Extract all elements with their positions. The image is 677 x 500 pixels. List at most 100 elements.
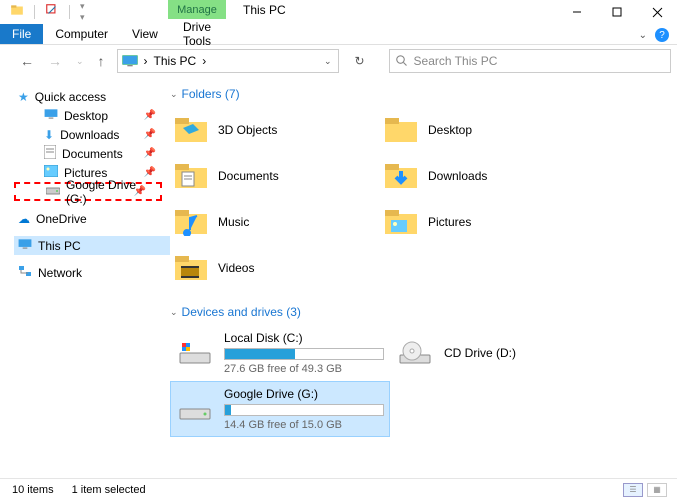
drive-usage-bar	[224, 404, 384, 416]
window-title: This PC	[243, 3, 286, 17]
close-button[interactable]	[637, 0, 677, 24]
folder-documents[interactable]: Documents	[170, 153, 380, 199]
sidebar-item-googledrive[interactable]: Google Drive (G:) 📌	[14, 182, 162, 201]
drives-section: ⌄ Devices and drives (3) Local Disk (C:)…	[170, 301, 667, 437]
drive-icon	[46, 185, 60, 199]
drive-usage-bar	[224, 348, 384, 360]
folder-icon	[174, 251, 208, 285]
folder-icon	[384, 113, 418, 147]
navigation-pane: ★ Quick access Desktop 📌 ⬇ Downloads 📌 D…	[0, 77, 170, 478]
drive-name: CD Drive (D:)	[444, 346, 586, 360]
sidebar-item-label: OneDrive	[36, 212, 87, 226]
section-title: Devices and drives (3)	[182, 305, 301, 319]
folder-music[interactable]: Music	[170, 199, 380, 245]
sidebar-item-network[interactable]: Network	[14, 263, 170, 282]
sidebar-item-downloads[interactable]: ⬇ Downloads 📌	[14, 125, 170, 144]
maximize-button[interactable]	[597, 0, 637, 24]
address-bar[interactable]: › This PC › ⌄	[117, 49, 339, 73]
qat-dropdown-icon[interactable]: ▾▾	[80, 1, 85, 23]
view-details-button[interactable]: ☰	[623, 483, 643, 497]
drive-name: Local Disk (C:)	[224, 331, 384, 345]
folder-icon	[174, 205, 208, 239]
pin-icon: 📌	[144, 167, 156, 178]
status-item-count: 10 items	[12, 484, 54, 496]
sidebar-item-label: This PC	[38, 239, 81, 253]
breadcrumb-sep: ›	[144, 54, 148, 68]
chevron-down-icon: ⌄	[170, 307, 178, 318]
up-button[interactable]: ↑	[96, 53, 107, 69]
help-icon[interactable]: ?	[655, 28, 669, 42]
title-bar: ▾▾ Manage This PC	[0, 0, 677, 23]
sidebar-item-desktop[interactable]: Desktop 📌	[14, 106, 170, 125]
pictures-icon	[44, 165, 58, 180]
drive-local-c[interactable]: Local Disk (C:) 27.6 GB free of 49.3 GB	[170, 325, 390, 381]
pin-icon: 📌	[144, 148, 156, 159]
folder-label: Music	[218, 215, 249, 229]
view-large-button[interactable]: ▦	[647, 483, 667, 497]
drive-usage-fill	[225, 349, 295, 359]
folder-icon	[174, 159, 208, 193]
downloads-icon: ⬇	[44, 128, 54, 142]
chevron-down-icon: ⌄	[170, 89, 178, 100]
minimize-button[interactable]	[557, 0, 597, 24]
content-pane: ⌄ Folders (7) 3D Objects Desktop Documen…	[170, 77, 677, 478]
back-button[interactable]: ←	[18, 53, 36, 69]
folder-label: Documents	[218, 169, 279, 183]
star-icon: ★	[18, 90, 29, 104]
sidebar-item-thispc[interactable]: This PC	[14, 236, 170, 255]
search-placeholder: Search This PC	[414, 54, 498, 68]
qat-separator	[69, 5, 70, 19]
qat-separator	[34, 5, 35, 19]
sidebar-item-label: Desktop	[64, 109, 108, 123]
address-dropdown-icon[interactable]: ⌄	[324, 56, 332, 67]
folder-label: Desktop	[428, 123, 472, 137]
breadcrumb-location[interactable]: This PC	[154, 54, 197, 68]
folder-label: Downloads	[428, 169, 487, 183]
ribbon-collapse-icon[interactable]: ⌄	[639, 30, 647, 41]
pin-icon: 📌	[134, 186, 146, 197]
sidebar-item-onedrive[interactable]: ☁ OneDrive	[14, 209, 170, 228]
drive-cd-d[interactable]: CD Drive (D:)	[390, 325, 590, 381]
drive-name: Google Drive (G:)	[224, 387, 384, 401]
drive-google-g[interactable]: Google Drive (G:) 14.4 GB free of 15.0 G…	[170, 381, 390, 437]
tab-file[interactable]: File	[0, 24, 43, 44]
navigation-bar: ← → ⌄ ↑ › This PC › ⌄ ↻ Search This PC	[0, 45, 677, 77]
thispc-icon	[18, 238, 32, 253]
tab-drive-tools[interactable]: Drive Tools	[168, 17, 226, 51]
folder-desktop[interactable]: Desktop	[380, 107, 590, 153]
forward-button[interactable]: →	[46, 53, 64, 69]
pin-icon: 📌	[144, 129, 156, 140]
breadcrumb-sep: ›	[202, 54, 206, 68]
sidebar-item-label: Network	[38, 266, 82, 280]
sidebar-item-quickaccess[interactable]: ★ Quick access	[14, 87, 170, 106]
folder-label: Pictures	[428, 215, 471, 229]
search-icon	[396, 55, 408, 67]
folder-3dobjects[interactable]: 3D Objects	[170, 107, 380, 153]
refresh-button[interactable]: ↻	[349, 49, 371, 73]
folder-pictures[interactable]: Pictures	[380, 199, 590, 245]
tab-computer[interactable]: Computer	[43, 24, 120, 44]
folder-icon	[174, 113, 208, 147]
drives-header[interactable]: ⌄ Devices and drives (3)	[170, 301, 667, 325]
recent-dropdown-icon[interactable]: ⌄	[74, 56, 86, 67]
folder-videos[interactable]: Videos	[170, 245, 380, 291]
folder-icon	[10, 3, 24, 20]
folder-downloads[interactable]: Downloads	[380, 153, 590, 199]
folders-header[interactable]: ⌄ Folders (7)	[170, 83, 667, 107]
tab-view[interactable]: View	[120, 24, 170, 44]
sidebar-item-label: Quick access	[35, 90, 106, 104]
sidebar-item-documents[interactable]: Documents 📌	[14, 144, 170, 163]
ribbon-tabs: File Computer View Drive Tools	[0, 23, 677, 45]
pin-icon: 📌	[144, 110, 156, 121]
drive-free-text: 14.4 GB free of 15.0 GB	[224, 419, 384, 431]
properties-icon[interactable]	[45, 3, 59, 20]
drive-free-text: 27.6 GB free of 49.3 GB	[224, 363, 384, 375]
folder-label: Videos	[218, 261, 254, 275]
sidebar-item-label: Documents	[62, 147, 123, 161]
status-selected: 1 item selected	[72, 484, 146, 496]
section-title: Folders (7)	[182, 87, 240, 101]
thispc-icon	[122, 55, 138, 67]
onedrive-icon: ☁	[18, 212, 30, 226]
drive-usage-fill	[225, 405, 231, 415]
search-box[interactable]: Search This PC	[389, 49, 671, 73]
